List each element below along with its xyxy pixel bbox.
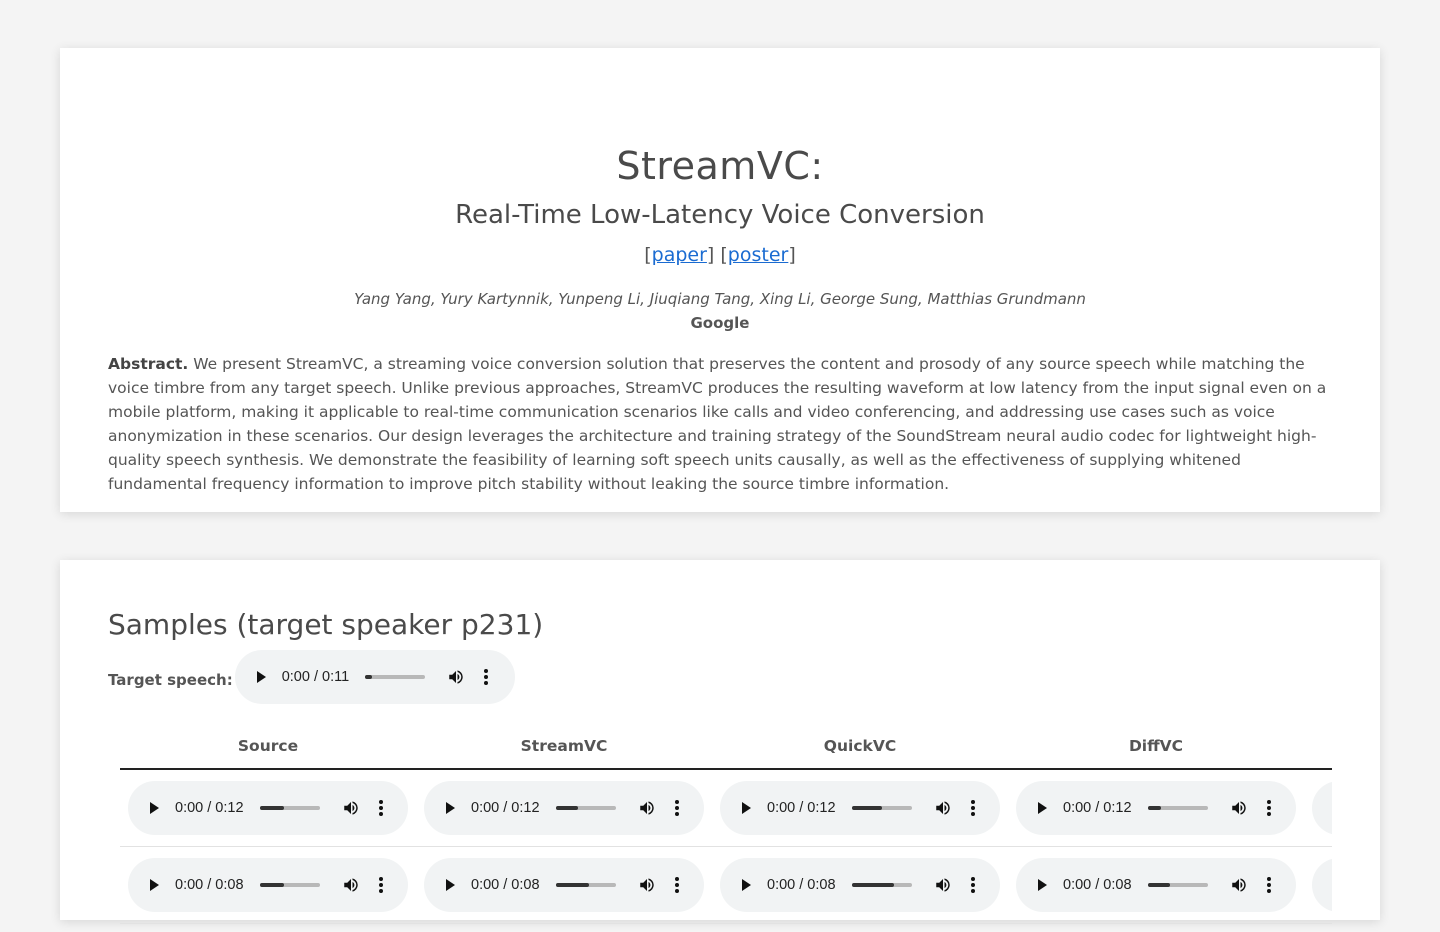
- play-icon[interactable]: [742, 879, 751, 891]
- abstract-text: We present StreamVC, a streaming voice c…: [108, 355, 1327, 493]
- audio-progress-slider[interactable]: [1147, 883, 1208, 887]
- play-icon[interactable]: [1038, 802, 1047, 814]
- audio-player-partial[interactable]: [1312, 858, 1332, 912]
- audio-time: 0:00 / 0:12: [471, 800, 540, 816]
- samples-title: Samples (target speaker p231): [108, 608, 544, 641]
- column-header: QuickVC: [823, 737, 897, 755]
- poster-link[interactable]: poster: [728, 244, 789, 266]
- volume-icon[interactable]: [1230, 876, 1248, 894]
- audio-progress-fill: [1147, 806, 1161, 810]
- volume-icon[interactable]: [447, 668, 465, 686]
- audio-time: 0:00 / 0:11: [281, 669, 350, 685]
- intro-card: StreamVC: Real-Time Low-Latency Voice Co…: [60, 48, 1380, 512]
- table-row: 0:00 / 0:12 0:00 / 0:12 0:00 / 0:12 0:00 / …: [120, 770, 1332, 847]
- samples-table: Source StreamVC QuickVC DiffVC 0:00 / 0:12 0…: [120, 732, 1332, 932]
- audio-time: 0:00 / 0:12: [767, 800, 836, 816]
- target-speech-label: Target speech:: [108, 671, 233, 689]
- volume-icon[interactable]: [638, 799, 656, 817]
- audio-player[interactable]: 0:00 / 0:11: [234, 650, 515, 704]
- audio-progress-slider[interactable]: [555, 806, 616, 810]
- more-vert-icon[interactable]: [674, 876, 680, 894]
- audio-progress-slider[interactable]: [851, 806, 912, 810]
- play-icon[interactable]: [150, 802, 159, 814]
- audio-player[interactable]: 0:00 / 0:08: [720, 858, 1000, 912]
- volume-icon[interactable]: [342, 876, 360, 894]
- audio-progress-fill: [851, 806, 882, 810]
- play-icon[interactable]: [742, 802, 751, 814]
- more-vert-icon[interactable]: [970, 876, 976, 894]
- table-cell: 0:00 / 0:08: [1016, 858, 1312, 912]
- table-cell: 0:00 / 0:12: [128, 781, 424, 835]
- play-icon[interactable]: [446, 879, 455, 891]
- table-cell: 0:00 / 0:08: [424, 858, 720, 912]
- audio-time: 0:00 / 0:08: [175, 877, 244, 893]
- audio-player[interactable]: 0:00 / 0:08: [1016, 858, 1296, 912]
- table-cell: 0:00 / 0:08: [128, 858, 424, 912]
- audio-player[interactable]: 0:00 / 0:12: [424, 781, 704, 835]
- table-row: 0:00 / 0:08 0:00 / 0:08 0:00 / 0:08 0:00 / …: [120, 847, 1332, 924]
- table-cell: 0:00 / 0:12: [1016, 781, 1312, 835]
- abstract: Abstract. We present StreamVC, a streami…: [108, 352, 1332, 496]
- more-vert-icon[interactable]: [674, 799, 680, 817]
- volume-icon[interactable]: [934, 876, 952, 894]
- play-icon[interactable]: [1038, 879, 1047, 891]
- audio-progress-slider[interactable]: [365, 675, 426, 679]
- column-header: Source: [237, 737, 299, 755]
- table-cell-overflow: [1312, 858, 1332, 912]
- paper-links: [paper] [poster]: [644, 244, 796, 266]
- volume-icon[interactable]: [638, 876, 656, 894]
- audio-progress-fill: [259, 883, 284, 887]
- audio-progress-fill: [555, 806, 579, 810]
- abstract-label: Abstract.: [108, 355, 189, 373]
- table-cell: 0:00 / 0:12: [720, 781, 1016, 835]
- audio-time: 0:00 / 0:08: [767, 877, 836, 893]
- affiliation: Google: [690, 314, 750, 332]
- audio-progress-fill: [851, 883, 894, 887]
- audio-player[interactable]: 0:00 / 0:08: [424, 858, 704, 912]
- audio-progress-fill: [555, 883, 589, 887]
- volume-icon[interactable]: [934, 799, 952, 817]
- play-icon[interactable]: [256, 671, 266, 683]
- audio-player[interactable]: 0:00 / 0:12: [1016, 781, 1296, 835]
- column-header: StreamVC: [520, 737, 608, 755]
- volume-icon[interactable]: [1230, 799, 1248, 817]
- paper-link[interactable]: paper: [652, 244, 707, 266]
- audio-progress-slider[interactable]: [1147, 806, 1208, 810]
- more-vert-icon[interactable]: [378, 799, 384, 817]
- page-title: StreamVC:: [616, 144, 824, 188]
- audio-time: 0:00 / 0:12: [1063, 800, 1132, 816]
- more-vert-icon[interactable]: [970, 799, 976, 817]
- table-header: Source StreamVC QuickVC DiffVC: [120, 732, 1332, 770]
- table-cell: 0:00 / 0:08: [720, 858, 1016, 912]
- audio-progress-fill: [365, 675, 373, 679]
- audio-progress-fill: [259, 806, 284, 810]
- audio-progress-fill: [1147, 883, 1171, 887]
- audio-player-partial[interactable]: [1312, 781, 1332, 835]
- audio-time: 0:00 / 0:12: [175, 800, 244, 816]
- audio-player[interactable]: 0:00 / 0:12: [720, 781, 1000, 835]
- samples-card: Samples (target speaker p231) Target spe…: [60, 560, 1380, 924]
- table-cell-overflow: [1312, 781, 1332, 835]
- audio-time: 0:00 / 0:08: [1063, 877, 1132, 893]
- audio-player[interactable]: 0:00 / 0:08: [128, 858, 408, 912]
- column-header: DiffVC: [1128, 737, 1184, 755]
- audio-progress-slider[interactable]: [259, 883, 320, 887]
- more-vert-icon[interactable]: [1266, 799, 1272, 817]
- more-vert-icon[interactable]: [1266, 876, 1272, 894]
- audio-progress-slider[interactable]: [555, 883, 616, 887]
- authors: Yang Yang, Yury Kartynnik, Yunpeng Li, J…: [354, 290, 1086, 308]
- audio-player[interactable]: 0:00 / 0:12: [128, 781, 408, 835]
- audio-progress-slider[interactable]: [259, 806, 320, 810]
- page-subtitle: Real-Time Low-Latency Voice Conversion: [455, 200, 985, 230]
- play-icon[interactable]: [150, 879, 159, 891]
- volume-icon[interactable]: [342, 799, 360, 817]
- table-body: 0:00 / 0:12 0:00 / 0:12 0:00 / 0:12 0:00 / …: [120, 770, 1332, 924]
- target-speech-row: Target speech: 0:00 / 0:11: [108, 650, 515, 704]
- more-vert-icon[interactable]: [378, 876, 384, 894]
- more-vert-icon[interactable]: [483, 668, 489, 686]
- audio-progress-slider[interactable]: [851, 883, 912, 887]
- play-icon[interactable]: [446, 802, 455, 814]
- table-cell: 0:00 / 0:12: [424, 781, 720, 835]
- audio-time: 0:00 / 0:08: [471, 877, 540, 893]
